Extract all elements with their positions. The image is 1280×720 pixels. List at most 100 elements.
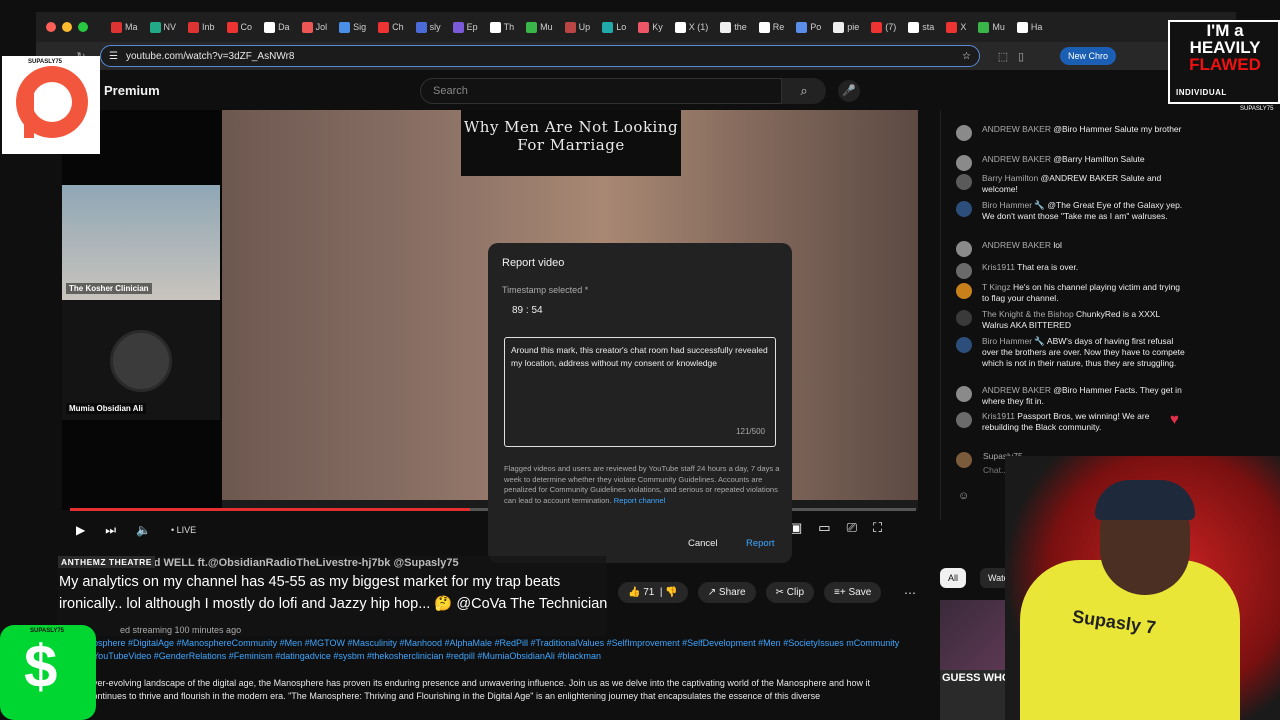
next-icon[interactable]: ⏭ — [105, 523, 116, 538]
browser-tab[interactable]: Co — [222, 21, 258, 33]
browser-tab[interactable]: (7) — [866, 21, 901, 33]
browser-tab[interactable]: Mu — [521, 21, 558, 33]
microphone-icon[interactable]: 🎤 — [838, 80, 860, 102]
browser-tab[interactable]: Lo — [597, 21, 631, 33]
chat-author[interactable]: ANDREW BAKER — [982, 154, 1051, 164]
live-indicator[interactable]: • LIVE — [171, 525, 196, 535]
browser-tab[interactable]: X — [941, 21, 971, 33]
tab-label: NV — [163, 22, 177, 32]
chat-author[interactable]: ANDREW BAKER — [982, 124, 1051, 134]
timestamp-value[interactable]: 89 : 54 — [502, 305, 778, 316]
close-window-dot[interactable] — [46, 22, 56, 32]
browser-tab[interactable]: the — [715, 21, 752, 33]
browser-tab[interactable]: Po — [791, 21, 826, 33]
new-chrome-button[interactable]: New Chro — [1060, 47, 1117, 65]
browser-tab-bar: Ma NV Inb Co Da Jol Sig Ch sly Ep Th Mu Up Lo Ky X (1) t… — [36, 12, 1236, 42]
chat-avatar[interactable] — [956, 174, 972, 190]
chat-author[interactable]: Kris1911 — [982, 262, 1015, 272]
browser-tab[interactable]: Sig — [334, 21, 371, 33]
browser-tab[interactable]: Re — [754, 21, 790, 33]
theater-mode-icon[interactable]: ▭ — [818, 520, 830, 536]
chat-avatar[interactable] — [956, 337, 972, 353]
tab-label: Mu — [540, 22, 553, 32]
timestamp-seconds[interactable]: 54 — [531, 305, 542, 316]
fullscreen-icon[interactable]: ⛶ — [873, 520, 882, 536]
browser-tab[interactable]: Inb — [183, 21, 220, 33]
chat-avatar[interactable] — [956, 201, 972, 217]
search-icon[interactable]: ⌕ — [782, 78, 826, 104]
tab-favicon-icon — [946, 21, 958, 33]
cancel-button[interactable]: Cancel — [688, 538, 718, 549]
chat-avatar[interactable] — [956, 155, 972, 171]
browser-tab[interactable]: Th — [485, 21, 520, 33]
chat-author[interactable]: Kris1911 — [982, 411, 1015, 421]
share-button[interactable]: ↗ Share — [697, 582, 756, 603]
chat-avatar[interactable] — [956, 283, 972, 299]
chat-author[interactable]: ANDREW BAKER — [982, 385, 1051, 395]
browser-tab[interactable]: Ha — [1012, 21, 1048, 33]
tab-favicon-icon — [833, 21, 845, 33]
chat-author[interactable]: Biro Hammer 🔧 — [982, 200, 1045, 210]
emoji-icon[interactable]: ☺ — [958, 490, 969, 502]
report-channel-link[interactable]: Report channel — [614, 496, 666, 505]
youtube-premium-logo[interactable]: Premium — [104, 83, 160, 98]
tab-label: Ky — [652, 22, 663, 32]
browser-tab[interactable]: Ch — [373, 21, 409, 33]
guest-2-label: Mumia Obsidian Ali — [66, 403, 146, 414]
chat-message: Biro Hammer 🔧 @The Great Eye of the Gala… — [956, 200, 1186, 222]
minimize-window-dot[interactable] — [62, 22, 72, 32]
chat-message: Kris1911 That era is over. — [956, 262, 1186, 279]
sidebar-icon[interactable]: ▯ — [1012, 50, 1030, 63]
chat-author[interactable]: Barry Hamilton — [982, 173, 1038, 183]
timestamp-minutes[interactable]: 89 — [512, 305, 523, 316]
more-options-icon[interactable]: ⋯ — [904, 586, 916, 600]
tab-label: Da — [278, 22, 290, 32]
chat-message: Kris1911 Passport Bros, we winning! We a… — [956, 411, 1186, 433]
heart-reaction-icon[interactable]: ♥ — [1170, 411, 1188, 428]
url-bar[interactable]: ☰ youtube.com/watch?v=3dZF_AsNWr8 ☆ — [100, 45, 980, 67]
maximize-window-dot[interactable] — [78, 22, 88, 32]
play-icon[interactable]: ▶ — [76, 523, 85, 537]
browser-tab[interactable]: Mu — [973, 21, 1010, 33]
hashtags[interactable]: nosphere #DigitalAge #ManosphereCommunit… — [88, 637, 908, 662]
chat-message-body: Kris1911 Passport Bros, we winning! We a… — [982, 411, 1186, 433]
browser-tab[interactable]: sta — [903, 21, 939, 33]
chat-message-body: Barry Hamilton @ANDREW BAKER Salute and … — [982, 173, 1186, 195]
chat-author[interactable]: Biro Hammer 🔧 — [982, 336, 1045, 346]
browser-tab[interactable]: Jol — [297, 21, 333, 33]
chat-author[interactable]: The Knight & the Bishop — [982, 309, 1074, 319]
bookmark-star-icon[interactable]: ☆ — [962, 51, 971, 62]
chat-avatar[interactable] — [956, 263, 972, 279]
site-info-icon[interactable]: ☰ — [109, 51, 118, 62]
chat-avatar[interactable] — [956, 386, 972, 402]
report-button[interactable]: Report — [746, 538, 775, 549]
chat-author[interactable]: ANDREW BAKER — [982, 240, 1051, 250]
search-input[interactable]: Search — [420, 78, 782, 104]
chat-avatar[interactable] — [956, 412, 972, 428]
browser-tab[interactable]: X (1) — [670, 21, 714, 33]
chat-author[interactable]: T Kingz — [982, 282, 1011, 292]
cast-icon[interactable]: ⎚ — [847, 520, 857, 536]
chat-avatar[interactable] — [956, 241, 972, 257]
like-button[interactable]: 👍 71 | 👎 — [618, 582, 688, 603]
browser-tab[interactable]: Da — [259, 21, 295, 33]
browser-tab[interactable]: sly — [411, 21, 446, 33]
save-button[interactable]: ≡+ Save — [824, 582, 882, 603]
report-details-textarea[interactable]: Around this mark, this creator's chat ro… — [504, 337, 776, 447]
browser-tab[interactable]: pie — [828, 21, 864, 33]
browser-tab[interactable]: Ky — [633, 21, 668, 33]
chat-avatar[interactable] — [956, 125, 972, 141]
tab-label: Th — [503, 22, 515, 32]
volume-icon[interactable]: 🔈 — [136, 523, 151, 537]
browser-tab[interactable]: NV — [145, 21, 182, 33]
clip-button[interactable]: ✂ Clip — [765, 582, 815, 603]
guest-camera-1: The Kosher Clinician — [62, 185, 220, 300]
browser-tab[interactable]: Up — [560, 21, 596, 33]
chat-avatar[interactable] — [956, 310, 972, 326]
browser-tab[interactable]: Ep — [448, 21, 483, 33]
chip-all[interactable]: All — [940, 568, 967, 588]
tab-label: pie — [847, 22, 860, 32]
browser-tab[interactable]: Ma — [106, 21, 143, 33]
logo-text: I'M a HEAVILY FLAWED — [1172, 22, 1278, 73]
extensions-icon[interactable]: ⬚ — [994, 50, 1012, 63]
